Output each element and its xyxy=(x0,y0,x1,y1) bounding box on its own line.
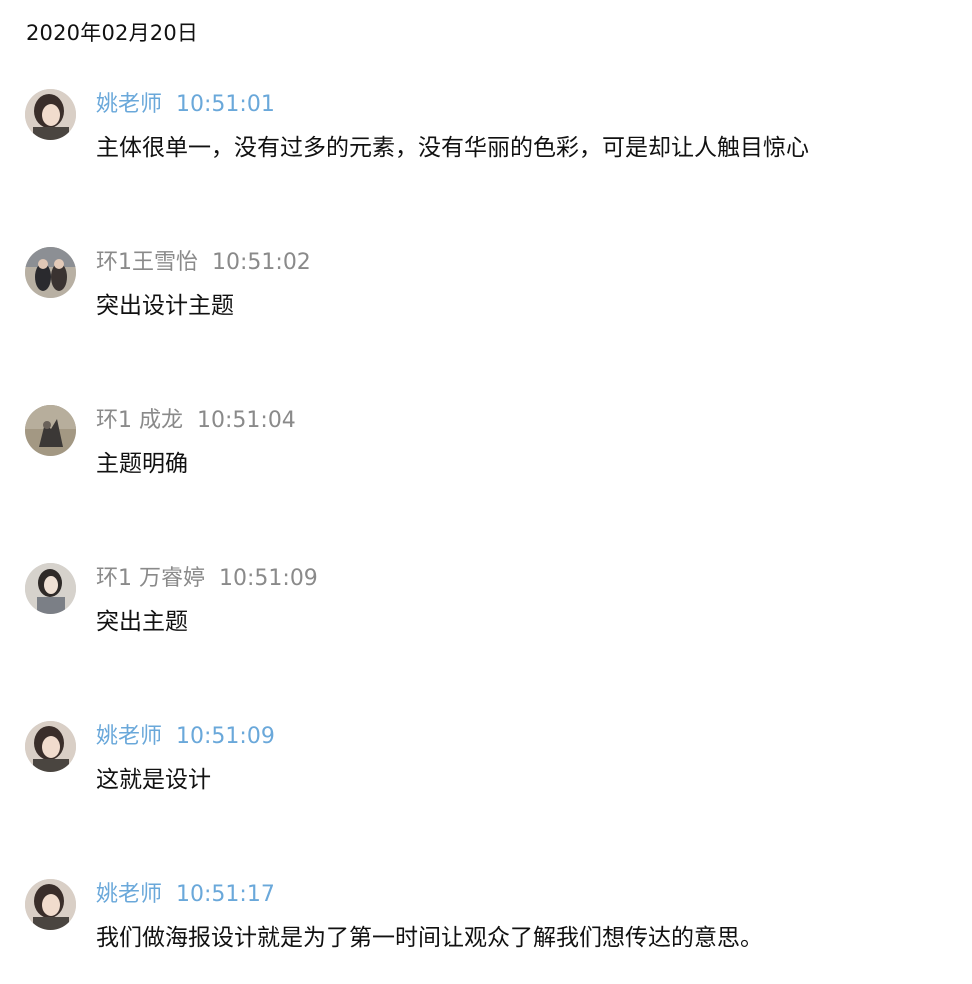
avatar-image xyxy=(25,563,76,614)
message-text: 突出主题 xyxy=(96,609,188,635)
avatar-image xyxy=(25,89,76,140)
avatar-image xyxy=(25,879,76,930)
sender-name: 姚老师 xyxy=(96,882,163,907)
message-text: 主体很单一，没有过多的元素，没有华丽的色彩，可是却让人触目惊心 xyxy=(96,135,809,161)
avatar-wan-ruiting[interactable] xyxy=(25,563,76,614)
avatar-image xyxy=(25,247,76,298)
avatar-cheng-long[interactable] xyxy=(25,405,76,456)
message-text: 这就是设计 xyxy=(96,767,211,793)
message-time: 10:51:09 xyxy=(176,724,275,749)
avatar-image xyxy=(25,721,76,772)
sender-line: 姚老师 10:51:17 xyxy=(96,876,275,908)
message-text: 主题明确 xyxy=(96,451,188,477)
message-time: 10:51:09 xyxy=(219,566,318,591)
avatar-wang-xueyi[interactable] xyxy=(25,247,76,298)
sender-name: 姚老师 xyxy=(96,92,163,117)
message-text: 我们做海报设计就是为了第一时间让观众了解我们想传达的意思。 xyxy=(96,925,763,951)
message-text: 突出设计主题 xyxy=(96,293,234,319)
sender-line: 姚老师 10:51:09 xyxy=(96,718,275,750)
sender-name: 姚老师 xyxy=(96,724,163,749)
sender-line: 环1 成龙 10:51:04 xyxy=(96,402,296,434)
avatar-yao-teacher[interactable] xyxy=(25,89,76,140)
sender-name: 环1 万睿婷 xyxy=(96,566,205,591)
message-time: 10:51:17 xyxy=(176,882,275,907)
sender-name: 环1 成龙 xyxy=(96,408,183,433)
message-time: 10:51:04 xyxy=(197,408,296,433)
message-list: 姚老师 10:51:01 主体很单一，没有过多的元素，没有华丽的色彩，可是却让人触… xyxy=(0,0,972,984)
message-time: 10:51:01 xyxy=(176,92,275,117)
avatar-yao-teacher[interactable] xyxy=(25,721,76,772)
sender-name: 环1王雪怡 xyxy=(96,250,198,275)
message-time: 10:51:02 xyxy=(212,250,311,275)
avatar-yao-teacher[interactable] xyxy=(25,879,76,930)
sender-line: 环1王雪怡 10:51:02 xyxy=(96,244,311,276)
sender-line: 环1 万睿婷 10:51:09 xyxy=(96,560,318,592)
sender-line: 姚老师 10:51:01 xyxy=(96,86,275,118)
avatar-image xyxy=(25,405,76,456)
